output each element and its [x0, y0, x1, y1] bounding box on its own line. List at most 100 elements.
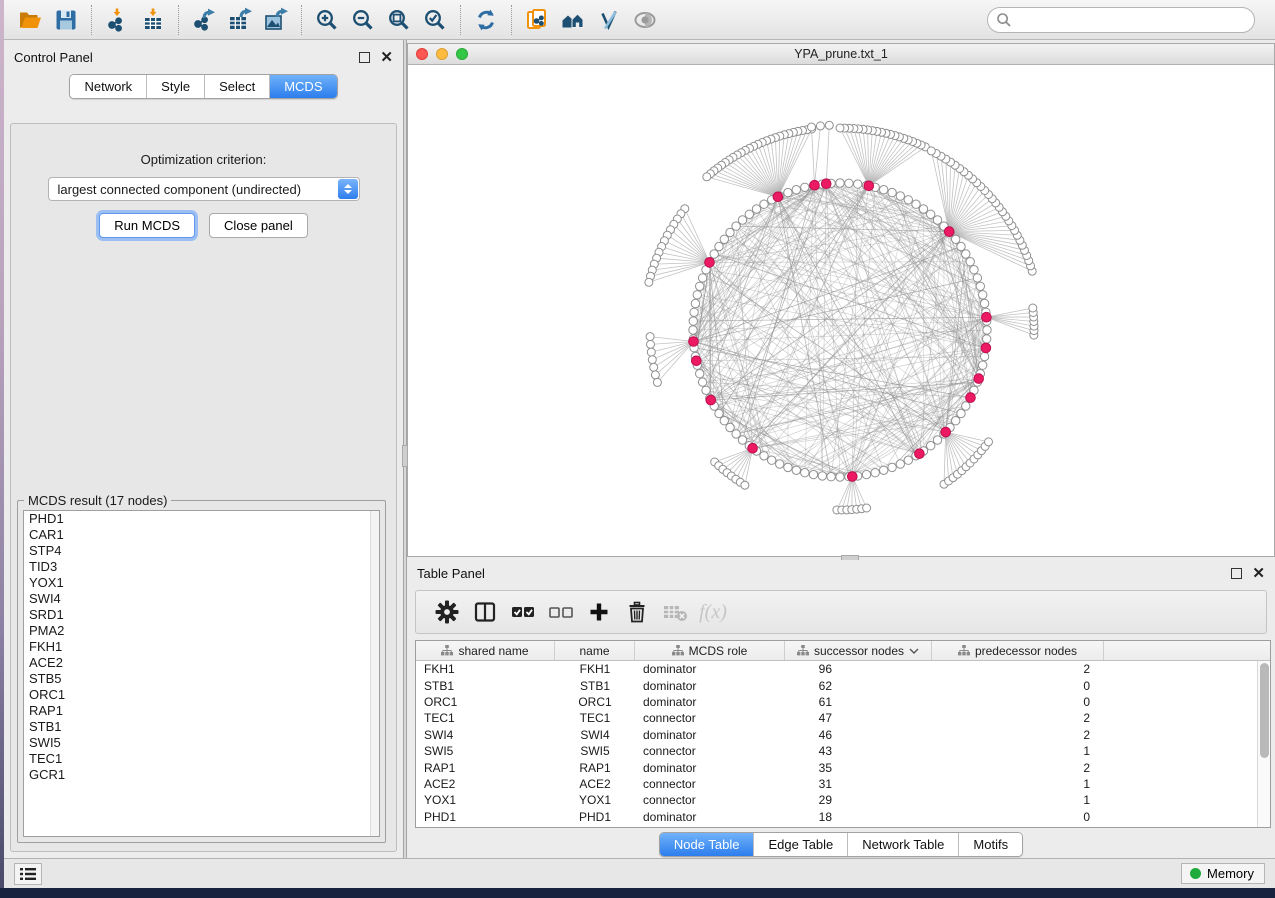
table-cell[interactable]: 2: [932, 761, 1104, 775]
gear-button[interactable]: [430, 595, 464, 629]
table-row[interactable]: PHD1PHD1dominator180: [416, 809, 1257, 825]
table-cell[interactable]: YOX1: [555, 793, 635, 807]
table-cell[interactable]: TEC1: [555, 711, 635, 725]
table-cell[interactable]: 0: [932, 810, 1104, 824]
table-cell[interactable]: connector: [635, 744, 785, 758]
tab-network[interactable]: Network: [70, 75, 146, 98]
table-cell[interactable]: FKH1: [416, 662, 555, 676]
table-cell[interactable]: SWI4: [555, 728, 635, 742]
table-cell[interactable]: SWI5: [555, 744, 635, 758]
zoom-selected-button[interactable]: [417, 4, 453, 36]
table-cell[interactable]: 29: [785, 793, 932, 807]
show-all-button[interactable]: [627, 4, 663, 36]
table-cell[interactable]: FKH1: [555, 662, 635, 676]
table-row[interactable]: STB1STB1dominator620: [416, 677, 1257, 693]
search-input[interactable]: [1012, 10, 1254, 30]
mcds-result-item[interactable]: TID3: [24, 559, 379, 575]
tab-select[interactable]: Select: [204, 75, 269, 98]
optimization-criterion-dropdown[interactable]: largest connected component (undirected): [48, 177, 360, 201]
mcds-result-item[interactable]: PHD1: [24, 511, 379, 527]
table-row[interactable]: ORC1ORC1dominator610: [416, 694, 1257, 710]
mcds-result-item[interactable]: STB1: [24, 719, 379, 735]
table-cell[interactable]: ORC1: [555, 695, 635, 709]
mcds-result-item[interactable]: SWI4: [24, 591, 379, 607]
memory-button[interactable]: Memory: [1181, 863, 1265, 884]
table-cell[interactable]: 61: [785, 695, 932, 709]
import-table-button[interactable]: [135, 4, 171, 36]
network-canvas[interactable]: [408, 65, 1274, 556]
tab-edge-table[interactable]: Edge Table: [753, 833, 847, 856]
task-history-button[interactable]: [14, 863, 42, 885]
table-cell[interactable]: 62: [785, 679, 932, 693]
table-row[interactable]: SWI4SWI4dominator462: [416, 727, 1257, 743]
table-cell[interactable]: 47: [785, 711, 932, 725]
import-network-button[interactable]: [99, 4, 135, 36]
tab-mcds[interactable]: MCDS: [269, 75, 336, 98]
mcds-result-item[interactable]: RAP1: [24, 703, 379, 719]
column-header-shared-name[interactable]: shared name: [416, 641, 555, 660]
zoom-fit-button[interactable]: [381, 4, 417, 36]
save-session-button[interactable]: [48, 4, 84, 36]
mcds-result-item[interactable]: SWI5: [24, 735, 379, 751]
table-cell[interactable]: RAP1: [416, 761, 555, 775]
table-cell[interactable]: 1: [932, 777, 1104, 791]
new-network-from-selection-button[interactable]: [519, 4, 555, 36]
mcds-result-item[interactable]: STB5: [24, 671, 379, 687]
tab-style[interactable]: Style: [146, 75, 204, 98]
table-cell[interactable]: RAP1: [555, 761, 635, 775]
table-cell[interactable]: TEC1: [416, 711, 555, 725]
table-cell[interactable]: 43: [785, 744, 932, 758]
table-cell[interactable]: dominator: [635, 810, 785, 824]
table-row[interactable]: SWI5SWI5connector431: [416, 743, 1257, 759]
refresh-button[interactable]: [468, 4, 504, 36]
network-window-titlebar[interactable]: YPA_prune.txt_1: [408, 44, 1274, 65]
mcds-result-item[interactable]: STP4: [24, 543, 379, 559]
table-cell[interactable]: YOX1: [416, 793, 555, 807]
float-panel-icon[interactable]: [1231, 568, 1242, 579]
table-cell[interactable]: ACE2: [555, 777, 635, 791]
table-cell[interactable]: 2: [932, 711, 1104, 725]
mcds-result-item[interactable]: YOX1: [24, 575, 379, 591]
table-cell[interactable]: 96: [785, 662, 932, 676]
table-cell[interactable]: 0: [932, 695, 1104, 709]
open-file-button[interactable]: [12, 4, 48, 36]
mcds-result-item[interactable]: GCR1: [24, 767, 379, 783]
table-cell[interactable]: 2: [932, 728, 1104, 742]
table-row[interactable]: ACE2ACE2connector311: [416, 776, 1257, 792]
table-cell[interactable]: connector: [635, 711, 785, 725]
table-row[interactable]: FKH1FKH1dominator962: [416, 661, 1257, 677]
table-cell[interactable]: connector: [635, 777, 785, 791]
close-panel-icon[interactable]: ✕: [380, 52, 393, 63]
table-cell[interactable]: dominator: [635, 662, 785, 676]
mcds-result-item[interactable]: CAR1: [24, 527, 379, 543]
scrollbar-thumb[interactable]: [1260, 663, 1269, 758]
table-cell[interactable]: connector: [635, 793, 785, 807]
table-cell[interactable]: 35: [785, 761, 932, 775]
mcds-result-item[interactable]: TEC1: [24, 751, 379, 767]
table-row[interactable]: YOX1YOX1connector291: [416, 792, 1257, 808]
network-graph[interactable]: [408, 65, 1274, 556]
close-panel-button[interactable]: Close panel: [209, 213, 308, 238]
table-cell[interactable]: 1: [932, 744, 1104, 758]
hide-selected-button[interactable]: [591, 4, 627, 36]
column-header-name[interactable]: name: [555, 641, 635, 660]
column-header-successor-nodes[interactable]: successor nodes: [785, 641, 932, 660]
mcds-result-item[interactable]: PMA2: [24, 623, 379, 639]
table-cell[interactable]: 2: [932, 662, 1104, 676]
zoom-in-button[interactable]: [309, 4, 345, 36]
export-network-button[interactable]: [186, 4, 222, 36]
export-table-button[interactable]: [222, 4, 258, 36]
mcds-result-list[interactable]: PHD1CAR1STP4TID3YOX1SWI4SRD1PMA2FKH1ACE2…: [23, 510, 380, 837]
run-mcds-button[interactable]: Run MCDS: [99, 213, 195, 238]
table-row[interactable]: TEC1TEC1connector472: [416, 710, 1257, 726]
search-box[interactable]: [987, 7, 1255, 33]
table-cell[interactable]: 31: [785, 777, 932, 791]
float-panel-icon[interactable]: [359, 52, 370, 63]
table-cell[interactable]: 46: [785, 728, 932, 742]
table-cell[interactable]: PHD1: [416, 810, 555, 824]
mcds-result-item[interactable]: FKH1: [24, 639, 379, 655]
columns-button[interactable]: [468, 595, 502, 629]
table-cell[interactable]: dominator: [635, 728, 785, 742]
zoom-out-button[interactable]: [345, 4, 381, 36]
table-cell[interactable]: PHD1: [555, 810, 635, 824]
